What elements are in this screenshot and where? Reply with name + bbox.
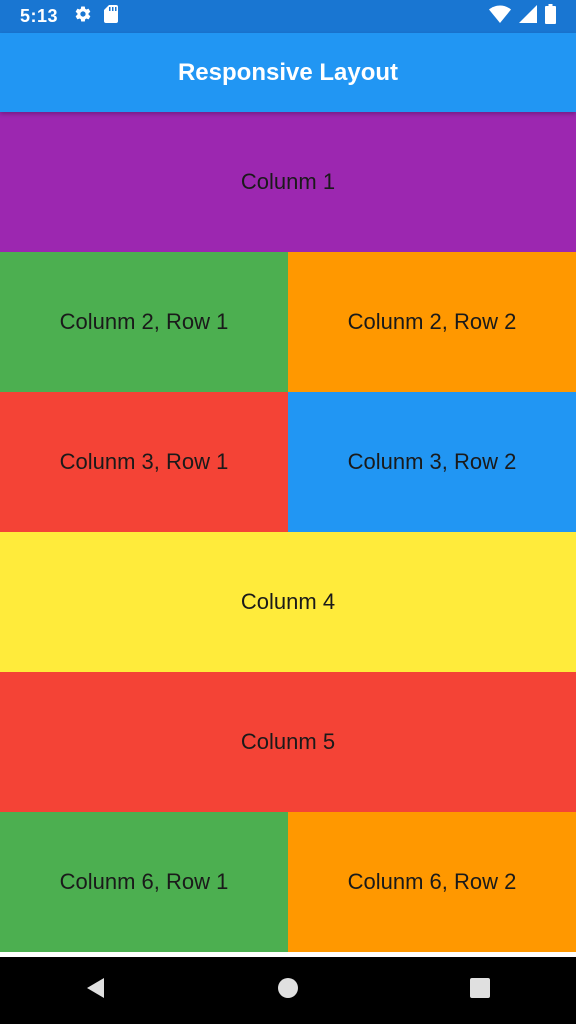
- recents-icon: [469, 977, 491, 1004]
- cell-column-1: Colunm 1: [0, 112, 576, 252]
- row-column-6: Colunm 6, Row 1 Colunm 6, Row 2: [0, 812, 576, 952]
- row-column-5: Colunm 5: [0, 672, 576, 812]
- cell-column-6-row-1: Colunm 6, Row 1: [0, 812, 288, 952]
- responsive-grid: Colunm 1 Colunm 2, Row 1 Colunm 2, Row 2…: [0, 112, 576, 952]
- cell-column-2-row-2: Colunm 2, Row 2: [288, 252, 576, 392]
- status-right-icons: [489, 4, 556, 29]
- row-column-4: Colunm 4: [0, 532, 576, 672]
- row-column-1: Colunm 1: [0, 112, 576, 252]
- cell-column-2-row-1: Colunm 2, Row 1: [0, 252, 288, 392]
- row-column-3: Colunm 3, Row 1 Colunm 3, Row 2: [0, 392, 576, 532]
- app-bar: Responsive Layout: [0, 33, 576, 112]
- cell-column-6-row-2: Colunm 6, Row 2: [288, 812, 576, 952]
- cell-column-5: Colunm 5: [0, 672, 576, 812]
- cell-column-3-row-2: Colunm 3, Row 2: [288, 392, 576, 532]
- row-column-2: Colunm 2, Row 1 Colunm 2, Row 2: [0, 252, 576, 392]
- status-time: 5:13: [20, 6, 59, 26]
- signal-icon: [519, 5, 537, 28]
- sd-card-icon: [104, 5, 119, 28]
- back-icon: [85, 977, 107, 1004]
- status-left-icons: [74, 5, 119, 28]
- home-button[interactable]: [258, 961, 318, 1021]
- home-icon: [277, 977, 299, 1004]
- gear-icon: [74, 5, 92, 28]
- cell-column-4: Colunm 4: [0, 532, 576, 672]
- cell-column-3-row-1: Colunm 3, Row 1: [0, 392, 288, 532]
- page-title: Responsive Layout: [177, 58, 399, 86]
- back-button[interactable]: [66, 961, 126, 1021]
- system-nav-bar: [0, 957, 576, 1024]
- status-bar: 5:13: [0, 0, 576, 33]
- recents-button[interactable]: [450, 961, 510, 1021]
- wifi-icon: [489, 5, 511, 28]
- screen: 5:13 Responsive Layout Colunm 1 Colunm 2…: [0, 0, 576, 1024]
- battery-icon: [545, 4, 556, 29]
